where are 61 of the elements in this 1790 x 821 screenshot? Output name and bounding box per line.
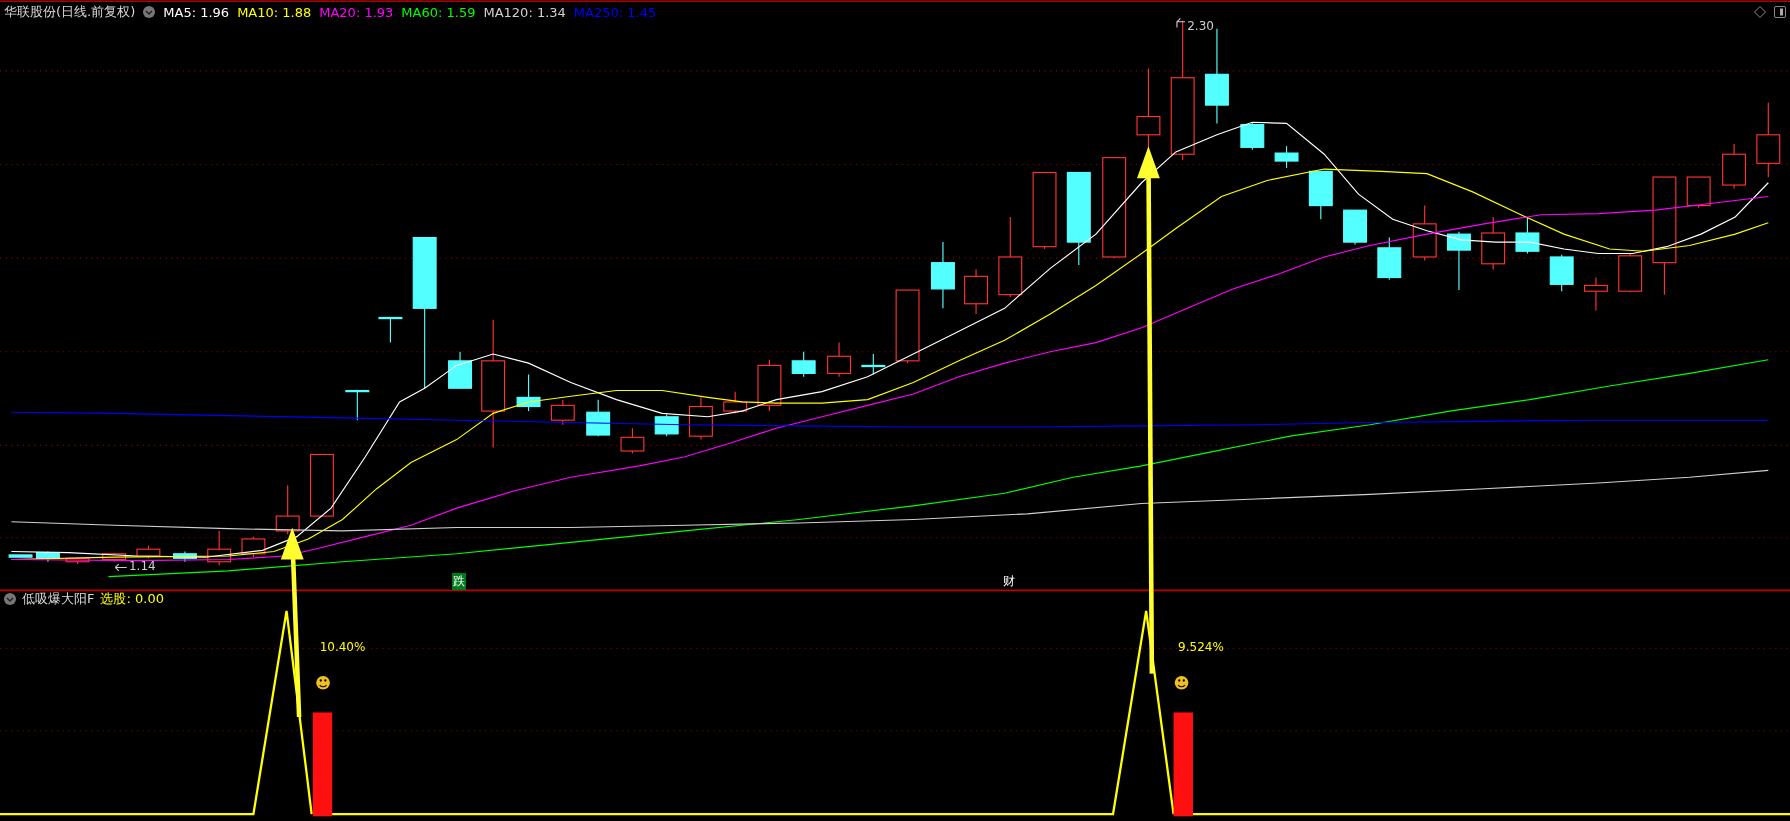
candlestick — [1343, 209, 1368, 245]
candlestick — [275, 484, 300, 535]
signal-marker: 跌 — [452, 573, 467, 591]
candlestick — [757, 359, 782, 412]
candlestick — [1549, 254, 1574, 292]
moving-average-value: MA20: 1.93 — [319, 4, 394, 20]
candlestick — [1377, 237, 1402, 281]
moving-average-value: MA10: 1.88 — [237, 4, 312, 20]
moving-average-value: MA5: 1.96 — [163, 4, 230, 20]
candlestick — [1515, 216, 1540, 255]
candlestick — [1274, 145, 1299, 169]
chart-title: 华联股份(日线.前复权) — [4, 3, 136, 21]
moving-average-value: MA120: 1.34 — [483, 4, 566, 20]
indicator-title: 低吸爆大阳F — [22, 590, 95, 608]
percent-label: 10.40% — [319, 640, 366, 655]
smiley-icon — [316, 675, 330, 690]
moving-average-value: MA250: 1.45 — [573, 4, 657, 20]
moving-average-value: MA60: 1.59 — [401, 4, 476, 20]
candlestick — [241, 536, 266, 558]
signal-marker: 财 — [1002, 573, 1017, 591]
candlestick — [861, 353, 886, 376]
candlestick — [1618, 252, 1643, 293]
candlestick — [8, 554, 33, 558]
candlestick — [345, 389, 370, 421]
candlestick — [448, 351, 473, 389]
candlestick — [1481, 216, 1506, 271]
candlestick — [172, 550, 197, 563]
indicator-value: 选股: 0.00 — [100, 590, 164, 608]
candlestick — [1722, 143, 1747, 190]
percent-label: 9.524% — [1178, 640, 1224, 655]
candlestick — [516, 373, 541, 412]
candlestick — [930, 241, 955, 309]
candlestick — [1240, 121, 1265, 151]
low-price-label: 1.14 — [129, 559, 156, 574]
candlestick — [1686, 176, 1711, 209]
candlestick — [620, 427, 645, 454]
candlestick — [65, 556, 90, 565]
candlestick — [1446, 231, 1471, 291]
low-pointer-icon — [114, 563, 128, 572]
candlestick — [1412, 205, 1437, 261]
dropdown-icon[interactable] — [143, 6, 156, 18]
candlestick — [102, 552, 127, 563]
high-price-label: 2.30 — [1187, 19, 1214, 34]
candlestick — [207, 530, 232, 566]
candlestick — [827, 342, 852, 378]
candlestick — [309, 453, 334, 517]
dropdown-icon[interactable] — [4, 593, 16, 605]
candlestick — [1583, 276, 1608, 312]
candlestick — [550, 399, 575, 426]
candlestick — [1308, 170, 1333, 220]
candlestick — [791, 351, 816, 378]
panel-toggle-icon[interactable] — [1774, 6, 1786, 18]
candlestick — [35, 550, 60, 563]
candlestick — [723, 391, 748, 414]
candlestick — [964, 268, 989, 315]
candlestick — [378, 316, 403, 344]
candlestick — [136, 545, 161, 559]
candlestick — [586, 399, 611, 437]
smiley-icon — [1174, 675, 1189, 690]
high-pointer-icon — [1176, 17, 1186, 29]
candlestick — [688, 396, 713, 441]
